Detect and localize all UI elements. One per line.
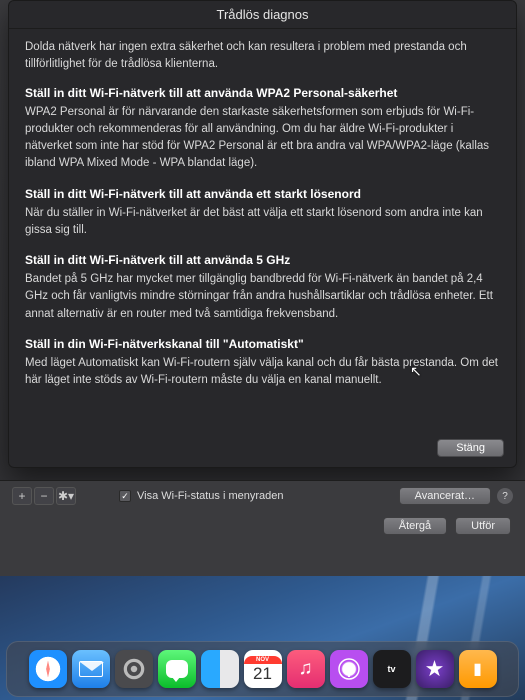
dock-app-mail[interactable] (72, 650, 110, 688)
dock: NOV 21 ♫ tv ★ ▮ (6, 641, 519, 697)
dialog-content: Dolda nätverk har ingen extra säkerhet o… (9, 29, 516, 430)
section-5ghz: Ställ in ditt Wi-Fi-nätverk till att anv… (25, 251, 500, 323)
wireless-diagnostics-dialog: Trådlös diagnos Dolda nätverk har ingen … (8, 0, 517, 468)
tv-label: tv (387, 664, 395, 674)
section-body: WPA2 Personal är för närvarande den star… (25, 104, 500, 173)
section-body: När du ställer in Wi-Fi-nätverket är det… (25, 205, 500, 240)
dock-app-podcasts[interactable] (330, 650, 368, 688)
revert-button[interactable]: Återgå (383, 517, 447, 535)
section-auto-channel: Ställ in din Wi-Fi-nätverkskanal till "A… (25, 335, 500, 390)
section-heading: Ställ in din Wi-Fi-nätverkskanal till "A… (25, 335, 500, 353)
section-wpa2: Ställ in ditt Wi-Fi-nätverk till att anv… (25, 84, 500, 173)
intro-text: Dolda nätverk har ingen extra säkerhet o… (25, 39, 500, 74)
checkmark-icon: ✓ (119, 490, 131, 502)
section-body: Med läget Automatiskt kan Wi-Fi-routern … (25, 355, 500, 390)
dock-app-music[interactable]: ♫ (287, 650, 325, 688)
dock-app-messages[interactable] (158, 650, 196, 688)
dock-folder[interactable]: ▮ (459, 650, 497, 688)
section-heading: Ställ in ditt Wi-Fi-nätverk till att anv… (25, 185, 500, 203)
network-prefs-panel: + − ✱▾ ✓ Visa Wi-Fi-status i menyraden A… (0, 480, 525, 576)
section-heading: Ställ in ditt Wi-Fi-nätverk till att anv… (25, 84, 500, 102)
desktop-wallpaper: NOV 21 ♫ tv ★ ▮ (0, 576, 525, 700)
section-password: Ställ in ditt Wi-Fi-nätverk till att anv… (25, 185, 500, 240)
help-button[interactable]: ? (497, 488, 513, 504)
folder-icon: ▮ (473, 659, 482, 679)
podcast-icon (337, 657, 361, 681)
gear-menu-button[interactable]: ✱▾ (56, 487, 76, 505)
dock-app-finder[interactable] (201, 650, 239, 688)
compass-icon (37, 658, 59, 680)
envelope-icon (79, 661, 103, 677)
dialog-title: Trådlös diagnos (9, 1, 516, 29)
advanced-button[interactable]: Avancerat… (399, 487, 491, 505)
dock-app-settings[interactable] (115, 650, 153, 688)
gear-icon (121, 656, 147, 682)
show-wifi-status-checkbox[interactable]: ✓ Visa Wi-Fi-status i menyraden (119, 490, 284, 502)
apply-button[interactable]: Utför (455, 517, 511, 535)
dock-app-safari[interactable] (29, 650, 67, 688)
close-button[interactable]: Stäng (437, 439, 504, 457)
star-icon: ★ (425, 656, 445, 682)
calendar-day-label: 21 (253, 665, 272, 682)
dock-app-imovie[interactable]: ★ (416, 650, 454, 688)
dock-app-calendar[interactable]: NOV 21 (244, 650, 282, 688)
calendar-month-label: NOV (244, 656, 282, 664)
dialog-footer: Stäng (9, 430, 516, 467)
speech-bubble-icon (166, 660, 188, 678)
remove-button[interactable]: − (34, 487, 54, 505)
section-body: Bandet på 5 GHz har mycket mer tillgängl… (25, 271, 500, 323)
add-button[interactable]: + (12, 487, 32, 505)
dock-app-tv[interactable]: tv (373, 650, 411, 688)
section-heading: Ställ in ditt Wi-Fi-nätverk till att anv… (25, 251, 500, 269)
list-controls: + − ✱▾ (12, 487, 76, 505)
music-note-icon: ♫ (298, 658, 312, 680)
checkbox-label: Visa Wi-Fi-status i menyraden (137, 490, 284, 502)
